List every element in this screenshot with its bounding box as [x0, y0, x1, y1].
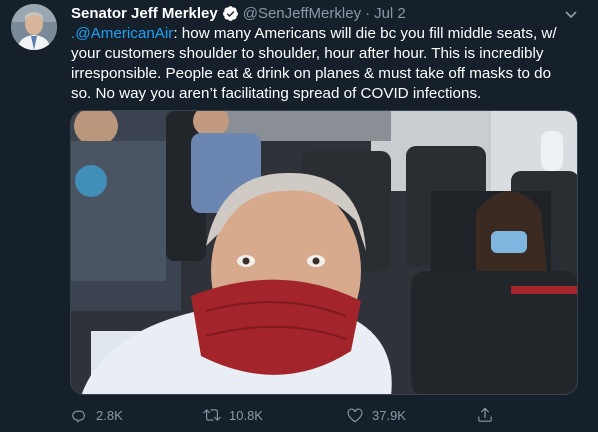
separator-dot: · [365, 4, 371, 22]
retweet-icon [203, 409, 221, 421]
share-button[interactable] [476, 404, 502, 426]
tweet-actions: 2.8K 10.8K 37.9K [70, 404, 510, 426]
tweet-photo[interactable] [70, 110, 578, 395]
like-button[interactable]: 37.9K [346, 404, 406, 426]
tweet-text: .@AmericanAir: how many Americans will d… [71, 24, 571, 104]
heart-icon [347, 408, 363, 423]
reply-count: 2.8K [96, 407, 123, 423]
author-handle[interactable]: @SenJeffMerkley [243, 5, 361, 22]
share-icon [478, 407, 492, 422]
tweet-date[interactable]: Jul 2 [374, 5, 406, 22]
reply-icon [72, 410, 85, 423]
tweet-line-3: irresponsible. People eat & drink on pla… [71, 65, 552, 82]
mention-link[interactable]: .@AmericanAir [71, 25, 173, 42]
reply-button[interactable]: 2.8K [70, 404, 123, 426]
retweet-count: 10.8K [229, 407, 263, 423]
retweet-button[interactable]: 10.8K [203, 404, 263, 426]
avatar[interactable] [11, 4, 57, 50]
chevron-down-icon[interactable] [563, 6, 579, 22]
author-name[interactable]: Senator Jeff Merkley [71, 5, 218, 22]
tweet-header: Senator Jeff Merkley @SenJeffMerkley · J… [71, 3, 406, 23]
verified-badge-icon [222, 5, 239, 22]
tweet-line-4: so. No way you aren’t facilitating sprea… [71, 85, 482, 102]
tweet-line-2: your customers shoulder to shoulder, hou… [71, 45, 544, 62]
like-count: 37.9K [372, 407, 406, 423]
tweet-line-1-text: : how many Americans will die bc you fil… [173, 25, 557, 42]
tweet-card[interactable]: Senator Jeff Merkley @SenJeffMerkley · J… [0, 0, 598, 432]
tweet-line-1: .@AmericanAir: how many Americans will d… [71, 24, 571, 44]
